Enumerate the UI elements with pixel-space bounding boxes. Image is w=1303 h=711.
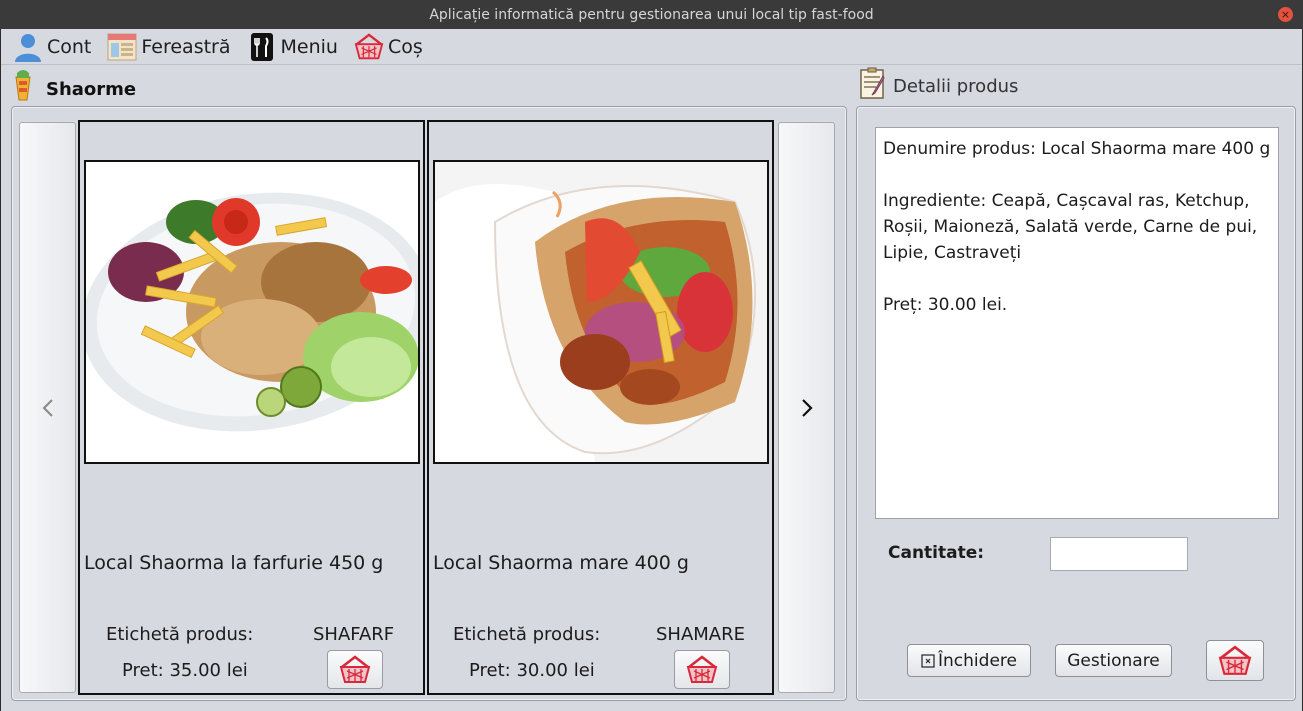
basket-icon: [339, 654, 371, 683]
next-button[interactable]: [778, 122, 835, 693]
manage-button-label: Gestionare: [1067, 650, 1160, 671]
details-panel: Denumire produs: Local Shaorma mare 400 …: [856, 106, 1296, 701]
product-photo: [433, 160, 769, 464]
menu-cos-label: Coș: [387, 35, 423, 58]
details-title: Detalii produs: [893, 76, 1019, 97]
prev-button[interactable]: [19, 122, 76, 693]
add-to-cart-button[interactable]: [674, 650, 730, 689]
product-card[interactable]: Local Shaorma la farfurie 450 g Etichetă…: [78, 120, 425, 695]
details-price: Preț: 30.00 lei.: [883, 295, 1008, 315]
product-photo: [84, 160, 420, 464]
product-tag-label: Etichetă produs:: [106, 624, 254, 645]
product-price: Pret: 35.00 lei: [122, 660, 248, 681]
product-card[interactable]: Local Shaorma mare 400 g Etichetă produs…: [427, 120, 774, 695]
menu-fereastra[interactable]: Fereastră: [105, 30, 232, 64]
shaorma-icon: [12, 69, 40, 101]
window-title: Aplicație informatică pentru gestionarea…: [429, 6, 874, 23]
quantity-label: Cantitate:: [888, 543, 985, 563]
product-tag: SHAMARE: [656, 624, 745, 645]
chevron-left-icon: [42, 398, 53, 417]
quantity-input[interactable]: [1050, 537, 1188, 571]
menu-meniu[interactable]: Meniu: [245, 30, 340, 64]
menu-fereastra-label: Fereastră: [141, 35, 231, 58]
cutlery-icon: [247, 32, 277, 62]
details-ingredients: Ingrediente: Ceapă, Cașcaval ras, Ketchu…: [883, 191, 1258, 263]
add-to-cart-button[interactable]: [327, 650, 383, 689]
details-name: Denumire produs: Local Shaorma mare 400 …: [883, 139, 1271, 159]
details-header: Detalii produs: [859, 66, 1019, 99]
product-tag: SHAFARF: [313, 624, 395, 645]
product-tag-label: Etichetă produs:: [453, 624, 601, 645]
product-price: Pret: 30.00 lei: [469, 660, 595, 681]
user-icon: [13, 32, 43, 62]
menu-bar: Cont Fereastră Meniu Coș: [1, 29, 1302, 65]
category-header: Shaorme: [12, 69, 136, 101]
close-box-icon: [921, 653, 935, 668]
basket-icon: [1218, 644, 1252, 675]
basket-icon: [354, 32, 384, 62]
menu-cont-label: Cont: [47, 35, 92, 58]
close-button-label: Închidere: [938, 650, 1017, 671]
window-icon: [107, 32, 137, 62]
chevron-right-icon: [801, 398, 813, 417]
product-name: Local Shaorma mare 400 g: [433, 552, 689, 574]
close-button[interactable]: Închidere: [907, 644, 1031, 677]
add-to-cart-button[interactable]: [1206, 640, 1264, 681]
product-details-text: Denumire produs: Local Shaorma mare 400 …: [875, 127, 1279, 519]
title-bar: Aplicație informatică pentru gestionarea…: [0, 0, 1303, 29]
menu-cos[interactable]: Coș: [352, 30, 425, 64]
menu-cont[interactable]: Cont: [11, 30, 93, 64]
notepad-icon: [859, 66, 887, 99]
basket-icon: [686, 654, 718, 683]
main-window: Cont Fereastră Meniu Coș Shaorme Detalii…: [1, 29, 1302, 711]
products-panel: Local Shaorma la farfurie 450 g Etichetă…: [11, 106, 847, 701]
menu-meniu-label: Meniu: [280, 35, 338, 58]
close-window-button[interactable]: ×: [1278, 7, 1293, 22]
product-name: Local Shaorma la farfurie 450 g: [84, 552, 384, 574]
category-title: Shaorme: [46, 79, 137, 100]
manage-button[interactable]: Gestionare: [1055, 644, 1172, 677]
